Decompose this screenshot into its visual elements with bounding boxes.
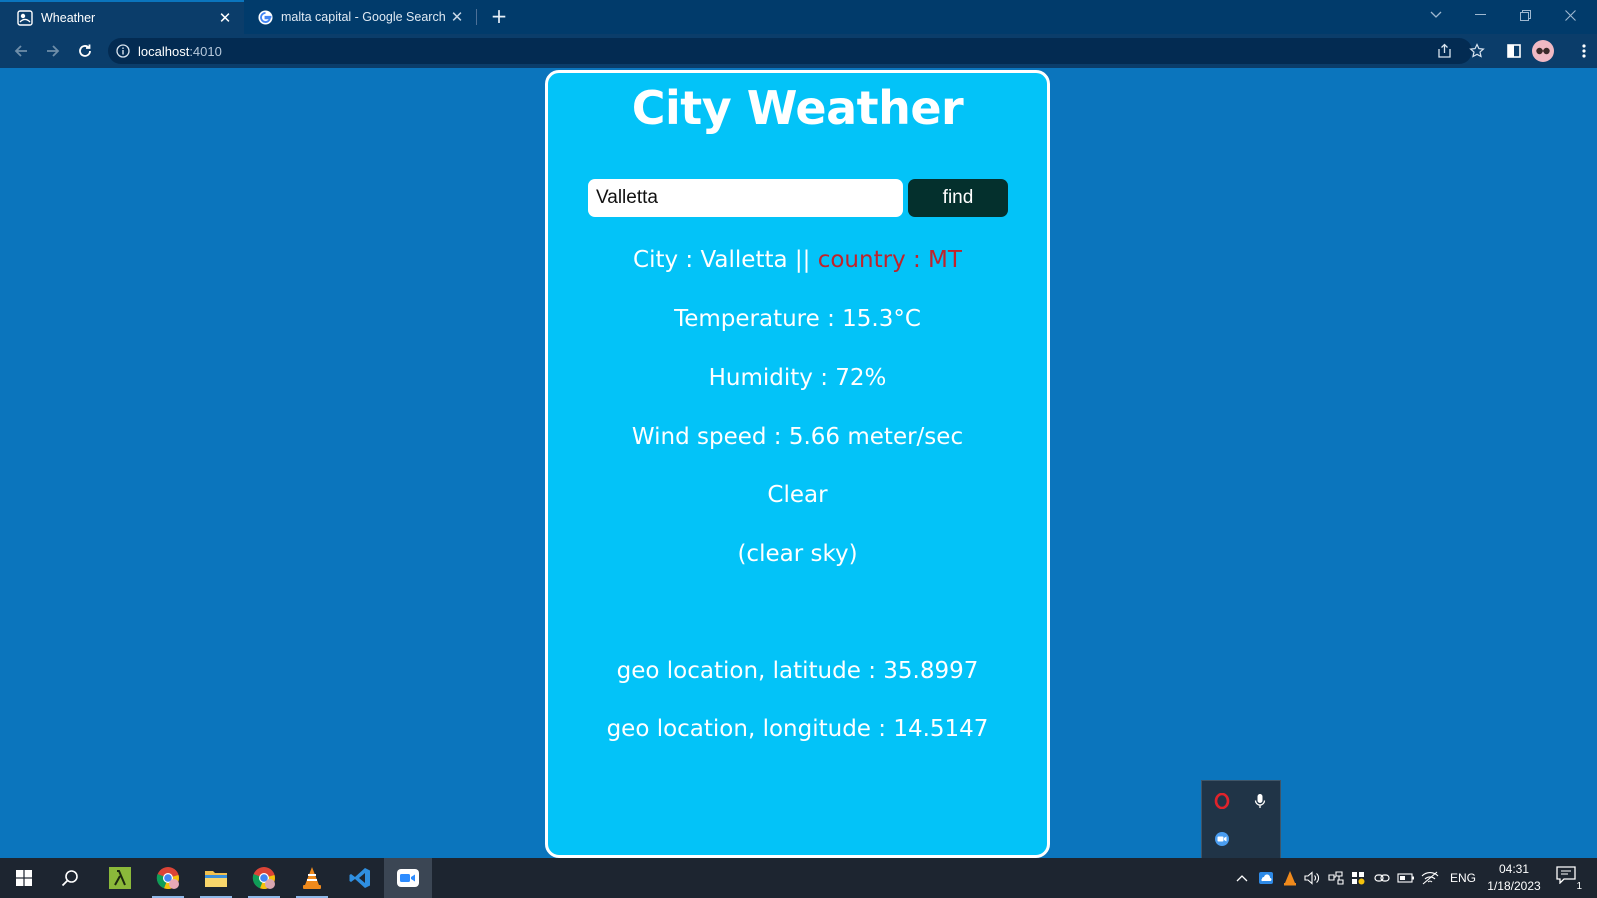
vscode-icon[interactable] (336, 858, 384, 898)
url-text: localhost:4010 (138, 44, 222, 59)
zoom-taskbar-icon[interactable] (384, 858, 432, 898)
humidity-text: Humidity : 72% (708, 365, 887, 391)
tab-title: malta capital - Google Search (281, 10, 446, 24)
weather-card: City Weather find City : Valletta || cou… (545, 70, 1050, 858)
weather-app-icon (17, 10, 33, 26)
side-panel-icon[interactable] (1502, 39, 1526, 63)
country-text: country : MT (810, 247, 962, 273)
restore-button[interactable] (1503, 0, 1548, 30)
browser-tab-strip: Wheather ✕ malta capital - Google Search… (0, 0, 1597, 34)
zoom-icon[interactable] (1212, 829, 1232, 849)
microphone-icon[interactable] (1250, 791, 1270, 811)
input-language[interactable]: ENG (1450, 858, 1476, 898)
new-tab-button[interactable]: + (488, 5, 510, 27)
longitude-text: geo location, longitude : 14.5147 (606, 716, 989, 742)
system-clock[interactable]: 04:31 1/18/2023 (1484, 861, 1544, 895)
city-text: City : Valletta || (633, 247, 811, 273)
volume-icon[interactable] (1302, 868, 1322, 888)
find-button[interactable]: find (908, 179, 1008, 217)
forward-arrow-icon[interactable] (40, 39, 66, 63)
security-shield-icon[interactable] (1348, 868, 1368, 888)
page-viewport: City Weather find City : Valletta || cou… (0, 68, 1597, 858)
menu-kebab-icon[interactable] (1572, 39, 1596, 63)
clock-time: 04:31 (1498, 862, 1530, 876)
lambda-app-icon[interactable] (96, 858, 144, 898)
tray-overflow-popup (1201, 780, 1281, 860)
network-share-icon[interactable] (1326, 868, 1346, 888)
battery-icon[interactable] (1396, 868, 1416, 888)
notification-center-icon[interactable]: 1 (1556, 866, 1582, 892)
vlc-icon[interactable] (288, 858, 336, 898)
city-country-line: City : Valletta || country : MT (548, 245, 1047, 275)
wifi-disconnected-icon[interactable] (1420, 868, 1440, 888)
url-host: localhost (138, 43, 190, 59)
city-search-input[interactable] (588, 179, 903, 217)
back-arrow-icon[interactable] (8, 39, 34, 63)
notification-count: 1 (1576, 881, 1582, 892)
latitude-text: geo location, latitude : 35.8997 (616, 658, 979, 684)
tab-separator (476, 9, 477, 25)
share-icon[interactable] (1433, 39, 1457, 63)
chrome-icon[interactable] (144, 858, 192, 898)
minimize-button[interactable] (1458, 0, 1503, 30)
close-tab-icon[interactable]: ✕ (446, 6, 468, 28)
address-bar[interactable]: localhost:4010 (108, 38, 1472, 64)
weather-main-text: Clear (767, 482, 828, 508)
clock-date: 1/18/2023 (1487, 879, 1541, 893)
tab-search-chevron-icon[interactable] (1413, 0, 1458, 30)
opera-icon[interactable] (1212, 791, 1232, 811)
tab-google-search[interactable]: malta capital - Google Search ✕ (244, 0, 476, 34)
tab-wheather[interactable]: Wheather ✕ (0, 0, 244, 34)
onedrive-sync-icon[interactable] (1256, 868, 1276, 888)
search-icon[interactable] (46, 858, 94, 898)
wind-speed-text: Wind speed : 5.66 meter/sec (631, 424, 964, 450)
file-explorer-icon[interactable] (192, 858, 240, 898)
windows-start-icon[interactable] (0, 858, 48, 898)
close-window-button[interactable] (1548, 0, 1593, 30)
google-icon (257, 9, 273, 25)
link-icon[interactable] (1372, 868, 1392, 888)
bookmark-star-icon[interactable] (1465, 39, 1489, 63)
chrome-profile-icon[interactable] (240, 858, 288, 898)
temperature-text: Temperature : 15.3°C (674, 306, 921, 332)
vlc-tray-icon[interactable] (1280, 868, 1300, 888)
windows-taskbar: ENG 04:31 1/18/2023 1 (0, 858, 1597, 898)
weather-description-text: (clear sky) (737, 541, 858, 567)
tab-title: Wheather (41, 11, 96, 25)
site-info-icon[interactable] (116, 44, 130, 58)
reload-icon[interactable] (72, 39, 98, 63)
close-tab-icon[interactable]: ✕ (214, 7, 236, 29)
profile-avatar[interactable] (1532, 40, 1554, 62)
url-port: :4010 (189, 43, 222, 59)
page-title: City Weather (631, 81, 964, 135)
show-hidden-icons-chevron-icon[interactable] (1232, 868, 1252, 888)
